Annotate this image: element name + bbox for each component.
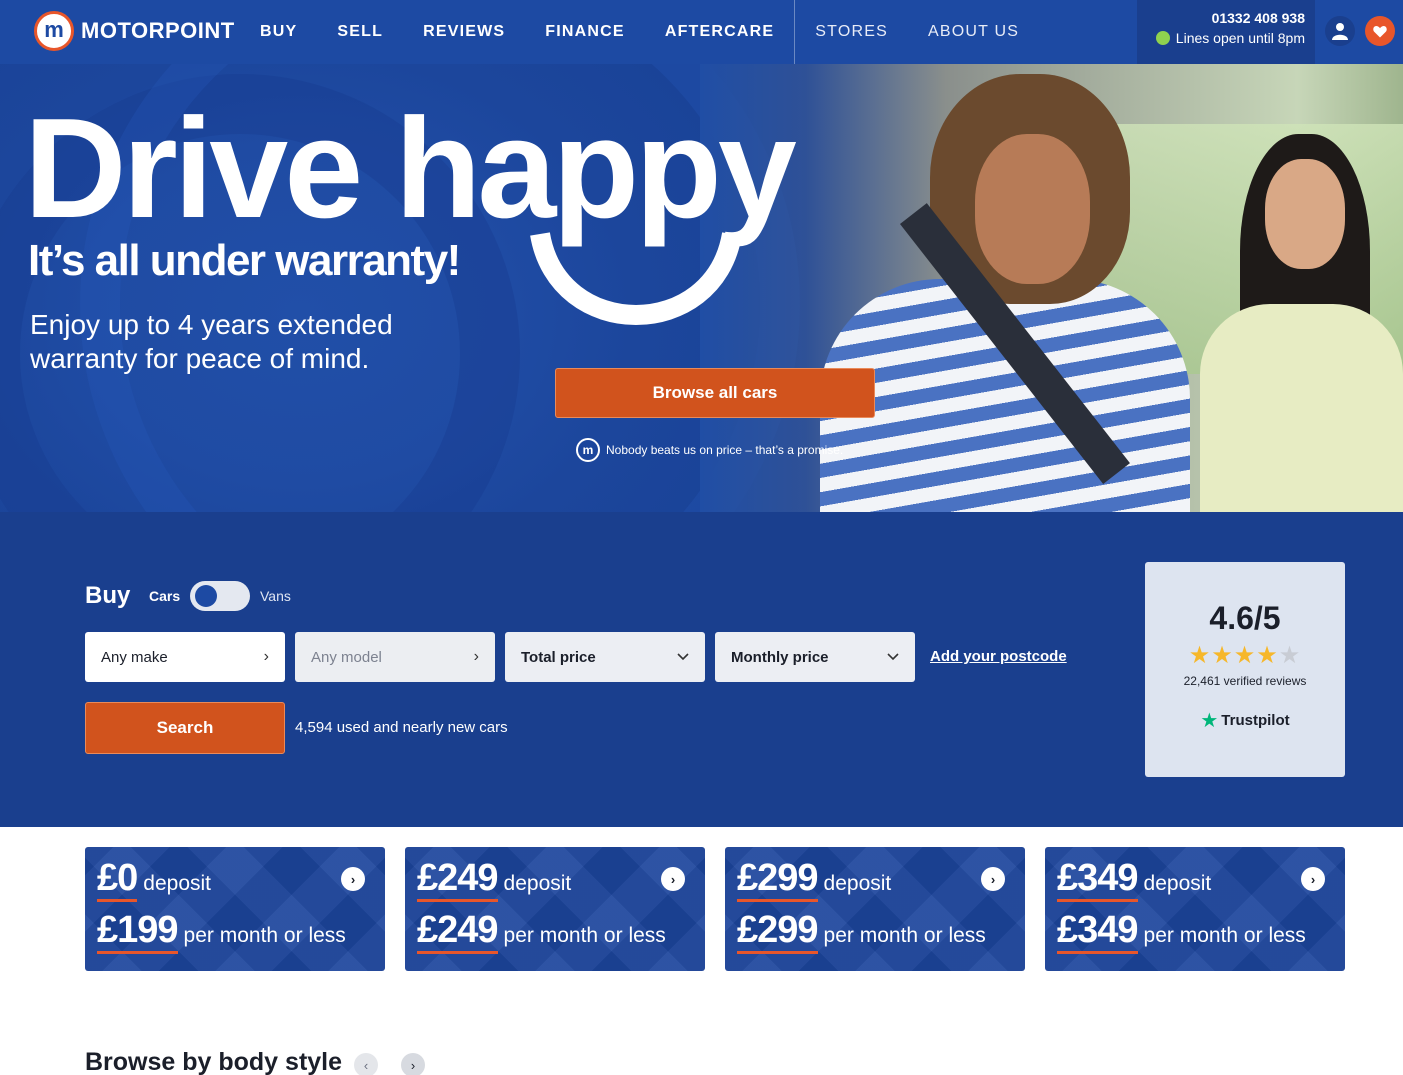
- nav-reviews[interactable]: REVIEWS: [403, 0, 525, 64]
- deposit-amount: £249: [417, 857, 499, 902]
- arrow-right-icon: ›: [1301, 867, 1325, 891]
- car-search-panel: Buy Cars Vans Any make › Any model › Tot…: [0, 512, 1403, 827]
- finance-offer-card[interactable]: £249 deposit £249 per month or less ›: [405, 847, 705, 971]
- logo-text: MOTORPOINT: [81, 18, 235, 43]
- deposit-label: deposit: [503, 872, 572, 895]
- opening-hours: Lines open until 8pm: [1137, 30, 1305, 46]
- chevron-down-icon: [887, 653, 899, 661]
- nav-stores[interactable]: STORES: [794, 0, 908, 64]
- chevron-right-icon: ›: [410, 1057, 416, 1073]
- arrow-right-icon: ›: [981, 867, 1005, 891]
- arrow-right-icon: ›: [661, 867, 685, 891]
- smile-icon: [530, 231, 742, 325]
- user-icon: [1332, 23, 1348, 40]
- total-price-value: Total price: [521, 648, 596, 666]
- hero-title: Drive happy: [24, 89, 797, 248]
- passenger-figure: [1265, 159, 1345, 269]
- monthly-label: per month or less: [503, 924, 666, 947]
- nav-sell[interactable]: SELL: [317, 0, 403, 64]
- trustpilot-brand: Trustpilot: [1221, 712, 1290, 729]
- hero-subtitle: It’s all under warranty!: [28, 236, 461, 285]
- review-count: 22,461 verified reviews: [1183, 674, 1307, 688]
- monthly-amount: £199: [97, 909, 179, 954]
- price-promise: m Nobody beats us on price – that’s a pr…: [576, 438, 843, 462]
- add-postcode-link[interactable]: Add your postcode: [930, 648, 1067, 665]
- browse-body-style-heading: Browse by body style: [85, 1048, 343, 1075]
- nav-finance[interactable]: FINANCE: [525, 0, 645, 64]
- account-button[interactable]: [1325, 16, 1355, 46]
- heart-icon: [1373, 25, 1387, 37]
- favourites-button[interactable]: [1365, 16, 1395, 46]
- trustpilot-star-icon: ★: [1200, 710, 1219, 732]
- deposit-label: deposit: [823, 872, 892, 895]
- motorpoint-m-icon: m: [576, 438, 600, 462]
- deposit-label: deposit: [1143, 872, 1212, 895]
- finance-offer-card[interactable]: £0 deposit £199 per month or less ›: [85, 847, 385, 971]
- trustpilot-logo: ★ Trustpilot: [1145, 708, 1345, 733]
- total-price-dropdown[interactable]: Total price: [505, 632, 705, 682]
- carousel-next-button[interactable]: ›: [401, 1053, 425, 1075]
- cars-vans-toggle[interactable]: [190, 581, 250, 611]
- make-value: Any make: [101, 648, 168, 666]
- monthly-amount: £249: [417, 909, 499, 954]
- nav-buy[interactable]: BUY: [240, 0, 317, 64]
- rating-stars-icon: ★★★★★: [1188, 642, 1302, 669]
- chevron-down-icon: [677, 653, 689, 661]
- rating-score: 4.6/5: [1209, 600, 1281, 636]
- chevron-left-icon: ‹: [363, 1057, 369, 1073]
- monthly-amount: £349: [1057, 909, 1139, 954]
- make-select[interactable]: Any make ›: [85, 632, 285, 682]
- hero-banner: Drive happy It’s all under warranty! Enj…: [0, 64, 1403, 512]
- phone-number[interactable]: 01332 408 938: [1137, 10, 1305, 26]
- passenger-figure: [1200, 304, 1403, 512]
- toggle-label-vans: Vans: [260, 588, 291, 604]
- toggle-label-cars: Cars: [149, 588, 181, 604]
- monthly-price-dropdown[interactable]: Monthly price: [715, 632, 915, 682]
- model-value: Any model: [311, 648, 382, 666]
- motorpoint-logo[interactable]: m MOTORPOINT: [34, 11, 235, 51]
- browse-all-cars-button[interactable]: Browse all cars: [555, 368, 875, 418]
- monthly-label: per month or less: [1143, 924, 1306, 947]
- deposit-amount: £349: [1057, 857, 1139, 902]
- top-navigation: m MOTORPOINT BUY SELL REVIEWS FINANCE AF…: [0, 0, 1403, 64]
- logo-mark-icon: m: [34, 11, 74, 51]
- main-menu: BUY SELL REVIEWS FINANCE AFTERCARE STORE…: [240, 0, 1039, 64]
- price-promise-text: Nobody beats us on price – that’s a prom…: [606, 443, 844, 457]
- search-button[interactable]: Search: [85, 702, 285, 754]
- arrow-right-icon: ›: [341, 867, 365, 891]
- deposit-amount: £0: [97, 857, 138, 902]
- buy-heading: Buy: [85, 582, 131, 609]
- deposit-label: deposit: [143, 872, 211, 895]
- results-count: 4,594 used and nearly new cars: [295, 719, 508, 736]
- driver-figure: [975, 134, 1090, 284]
- nav-about-us[interactable]: ABOUT US: [908, 0, 1039, 64]
- deposit-amount: £299: [737, 857, 819, 902]
- finance-offer-card[interactable]: £299 deposit £299 per month or less ›: [725, 847, 1025, 971]
- trustpilot-rating-card[interactable]: 4.6/5 ★★★★★ 22,461 verified reviews ★ Tr…: [1145, 562, 1345, 777]
- contact-box: 01332 408 938 Lines open until 8pm: [1137, 0, 1315, 64]
- finance-offer-card[interactable]: £349 deposit £349 per month or less ›: [1045, 847, 1345, 971]
- monthly-label: per month or less: [183, 924, 346, 947]
- hero-description: Enjoy up to 4 years extended warranty fo…: [30, 309, 393, 374]
- monthly-price-value: Monthly price: [731, 648, 829, 666]
- carousel-prev-button[interactable]: ‹: [354, 1053, 378, 1075]
- monthly-label: per month or less: [823, 924, 986, 947]
- model-select[interactable]: Any model ›: [295, 632, 495, 682]
- nav-aftercare[interactable]: AFTERCARE: [645, 0, 794, 64]
- toggle-knob: [195, 585, 217, 607]
- status-dot-icon: [1155, 31, 1170, 45]
- lines-status-text: Lines open until 8pm: [1175, 30, 1305, 46]
- chevron-right-icon: ›: [473, 648, 479, 665]
- chevron-right-icon: ›: [263, 648, 269, 665]
- monthly-amount: £299: [737, 909, 819, 954]
